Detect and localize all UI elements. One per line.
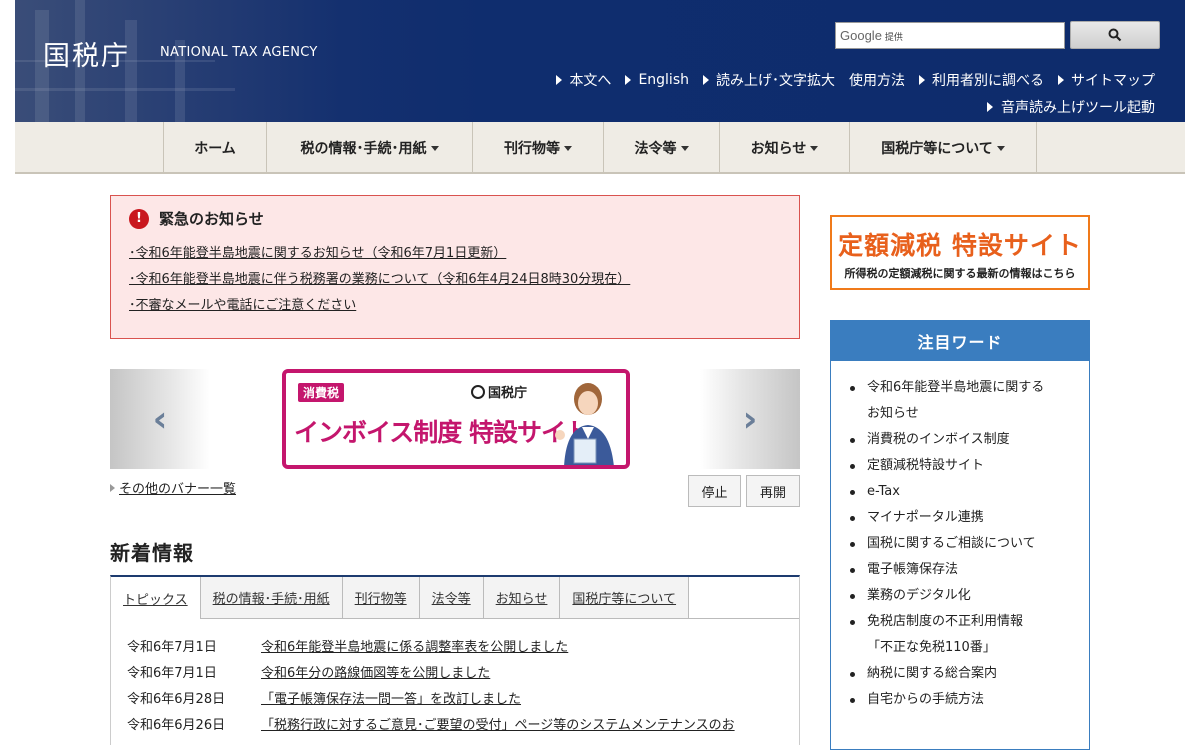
- keyword-link[interactable]: 消費税のインボイス制度: [850, 427, 1047, 453]
- gnav-laws[interactable]: 法令等: [604, 122, 720, 174]
- arrow-right-icon: [987, 102, 993, 112]
- keyword-link[interactable]: 自宅からの手続方法: [850, 687, 1047, 713]
- caret-down-icon: [996, 145, 1005, 151]
- utility-link-howto[interactable]: 使用方法: [849, 70, 905, 90]
- news-item: 令和6年7月1日 令和6年能登半島地震に係る調整率表を公開しました: [127, 635, 799, 661]
- featured-keywords-title: 注目ワード: [831, 321, 1089, 361]
- caret-down-icon: [564, 145, 572, 151]
- fixed-tax-cut-subtitle: 所得税の定額減税に関する最新の情報はこちら: [844, 267, 1076, 280]
- carousel-resume-button[interactable]: 再開: [746, 475, 800, 507]
- utility-nav: 本文へ English 読み上げ･文字拡大 使用方法 利用者別に調べる サイトマ…: [556, 70, 1155, 90]
- news-link[interactable]: 令和6年分の路線価図等を公開しました: [261, 661, 490, 687]
- search-input[interactable]: Google 提供: [835, 22, 1065, 49]
- banner-carousel: ‹ 消費税 国税庁 インボイス制度 特設サイト ›: [110, 369, 800, 469]
- voice-tool-link[interactable]: 音声読み上げツール起動: [987, 97, 1155, 117]
- staff-illustration-icon: [555, 383, 614, 465]
- news-item: 令和6年6月26日 「税務行政に対するご意見･ご要望の受付」ページ等のシステムメ…: [127, 713, 799, 739]
- tab-notices[interactable]: お知らせ: [483, 577, 561, 619]
- utility-link-english[interactable]: English: [625, 70, 689, 90]
- chevron-left-icon: ‹: [152, 398, 168, 440]
- emergency-notice-title: ! 緊急のお知らせ: [129, 208, 781, 229]
- agency-logo[interactable]: 国税庁: [43, 34, 130, 73]
- chevron-right-icon: ›: [742, 398, 758, 440]
- caret-down-icon: [680, 145, 689, 151]
- caret-down-icon: [810, 145, 819, 151]
- news-panel: トピックス 税の情報･手続･用紙 刊行物等 法令等 お知らせ 国税庁等について …: [110, 575, 800, 745]
- tab-about[interactable]: 国税庁等について: [560, 577, 690, 619]
- exclamation-icon: !: [129, 208, 149, 229]
- news-link[interactable]: 「税務行政に対するご意見･ご要望の受付」ページ等のシステムメンテナンスのお: [261, 713, 735, 739]
- news-date: 令和6年6月26日: [127, 718, 226, 733]
- news-tabs: トピックス 税の情報･手続･用紙 刊行物等 法令等 お知らせ 国税庁等について: [111, 577, 799, 619]
- global-nav: ホーム 税の情報･手続･用紙 刊行物等 法令等 お知らせ 国税庁等について: [15, 122, 1185, 174]
- utility-link-accessibility[interactable]: 読み上げ･文字拡大: [703, 70, 835, 90]
- site-header: 国税庁 NATIONAL TAX AGENCY Google 提供 本文へ Eng…: [15, 0, 1185, 122]
- banner-agency: 国税庁: [471, 382, 527, 401]
- keyword-link[interactable]: 定額減税特設サイト: [850, 453, 1047, 479]
- gnav-tax-info[interactable]: 税の情報･手続･用紙: [267, 122, 473, 174]
- news-item: 令和6年7月1日 令和6年分の路線価図等を公開しました: [127, 661, 799, 687]
- gnav-publications[interactable]: 刊行物等: [473, 122, 604, 174]
- arrow-right-icon: [110, 483, 115, 492]
- search-placeholder: Google: [840, 28, 882, 43]
- banner-title: インボイス制度 特設サイト: [294, 418, 590, 447]
- news-date: 令和6年7月1日: [127, 640, 217, 655]
- agency-logo-english[interactable]: NATIONAL TAX AGENCY: [160, 45, 318, 60]
- banner-tag: 消費税: [298, 383, 345, 402]
- search-provided-label: 提供: [884, 32, 903, 42]
- news-date: 令和6年7月1日: [127, 666, 217, 681]
- carousel-prev-button[interactable]: ‹: [110, 369, 210, 469]
- arrow-right-icon: [919, 75, 925, 85]
- news-date: 令和6年6月28日: [127, 692, 226, 707]
- emergency-link-tax-office[interactable]: ･令和6年能登半島地震に伴う税務署の業務について（令和6年4月24日8時30分現…: [129, 267, 781, 293]
- news-heading: 新着情報: [110, 541, 194, 565]
- arrow-right-icon: [703, 75, 709, 85]
- utility-link-skip[interactable]: 本文へ: [556, 70, 611, 90]
- gnav-notices[interactable]: お知らせ: [720, 122, 850, 174]
- carousel-stop-button[interactable]: 停止: [688, 475, 741, 507]
- tab-tax-info[interactable]: 税の情報･手続･用紙: [200, 577, 343, 619]
- news-item: 令和6年6月28日 「電子帳簿保存法一問一答」を改訂しました: [127, 687, 799, 713]
- keyword-link[interactable]: マイナポータル連携: [850, 505, 1047, 531]
- keyword-link[interactable]: 納税に関する総合案内: [850, 661, 1047, 687]
- fixed-tax-cut-banner[interactable]: 定額減税 特設サイト 所得税の定額減税に関する最新の情報はこちら: [830, 215, 1090, 290]
- keyword-link[interactable]: 免税店制度の不正利用情報「不正な免税110番」: [850, 609, 1047, 661]
- tab-laws[interactable]: 法令等: [419, 577, 484, 619]
- fixed-tax-cut-title: 定額減税 特設サイト: [838, 231, 1082, 260]
- emergency-notice: ! 緊急のお知らせ ･令和6年能登半島地震に関するお知らせ（令和6年7月1日更新…: [110, 195, 800, 339]
- keyword-link[interactable]: 電子帳簿保存法: [850, 557, 1047, 583]
- carousel-next-button[interactable]: ›: [700, 369, 800, 469]
- emergency-link-earthquake[interactable]: ･令和6年能登半島地震に関するお知らせ（令和6年7月1日更新）: [129, 241, 781, 267]
- agency-seal-icon: [471, 384, 485, 399]
- tab-topics[interactable]: トピックス: [111, 577, 201, 619]
- gnav-home[interactable]: ホーム: [164, 122, 267, 174]
- other-banners-link[interactable]: その他のバナー一覧: [110, 478, 236, 497]
- news-link[interactable]: 「電子帳簿保存法一問一答」を改訂しました: [261, 687, 521, 713]
- tab-publications[interactable]: 刊行物等: [342, 577, 420, 619]
- keyword-link[interactable]: 業務のデジタル化: [850, 583, 1047, 609]
- keyword-link[interactable]: e-Tax: [850, 479, 1047, 505]
- search-button[interactable]: [1070, 21, 1160, 49]
- utility-link-by-user[interactable]: 利用者別に調べる: [919, 70, 1044, 90]
- invoice-banner[interactable]: 消費税 国税庁 インボイス制度 特設サイト: [282, 369, 630, 469]
- keyword-link[interactable]: 国税に関するご相談について: [850, 531, 1047, 557]
- arrow-right-icon: [1058, 75, 1064, 85]
- emergency-link-scam[interactable]: ･不審なメールや電話にご注意ください: [129, 293, 781, 319]
- arrow-right-icon: [556, 75, 563, 85]
- utility-link-sitemap[interactable]: サイトマップ: [1058, 70, 1155, 90]
- search-icon: [1108, 28, 1122, 42]
- keyword-link[interactable]: 令和6年能登半島地震に関するお知らせ: [850, 375, 1047, 427]
- caret-down-icon: [430, 145, 439, 151]
- featured-keywords: 注目ワード 令和6年能登半島地震に関するお知らせ 消費税のインボイス制度 定額減…: [830, 320, 1090, 750]
- arrow-right-icon: [625, 75, 632, 85]
- keyword-list: 令和6年能登半島地震に関するお知らせ 消費税のインボイス制度 定額減税特設サイト…: [831, 361, 1089, 713]
- gnav-about[interactable]: 国税庁等について: [850, 122, 1037, 174]
- news-link[interactable]: 令和6年能登半島地震に係る調整率表を公開しました: [261, 635, 568, 661]
- news-list: 令和6年7月1日 令和6年能登半島地震に係る調整率表を公開しました 令和6年7月…: [111, 619, 799, 739]
